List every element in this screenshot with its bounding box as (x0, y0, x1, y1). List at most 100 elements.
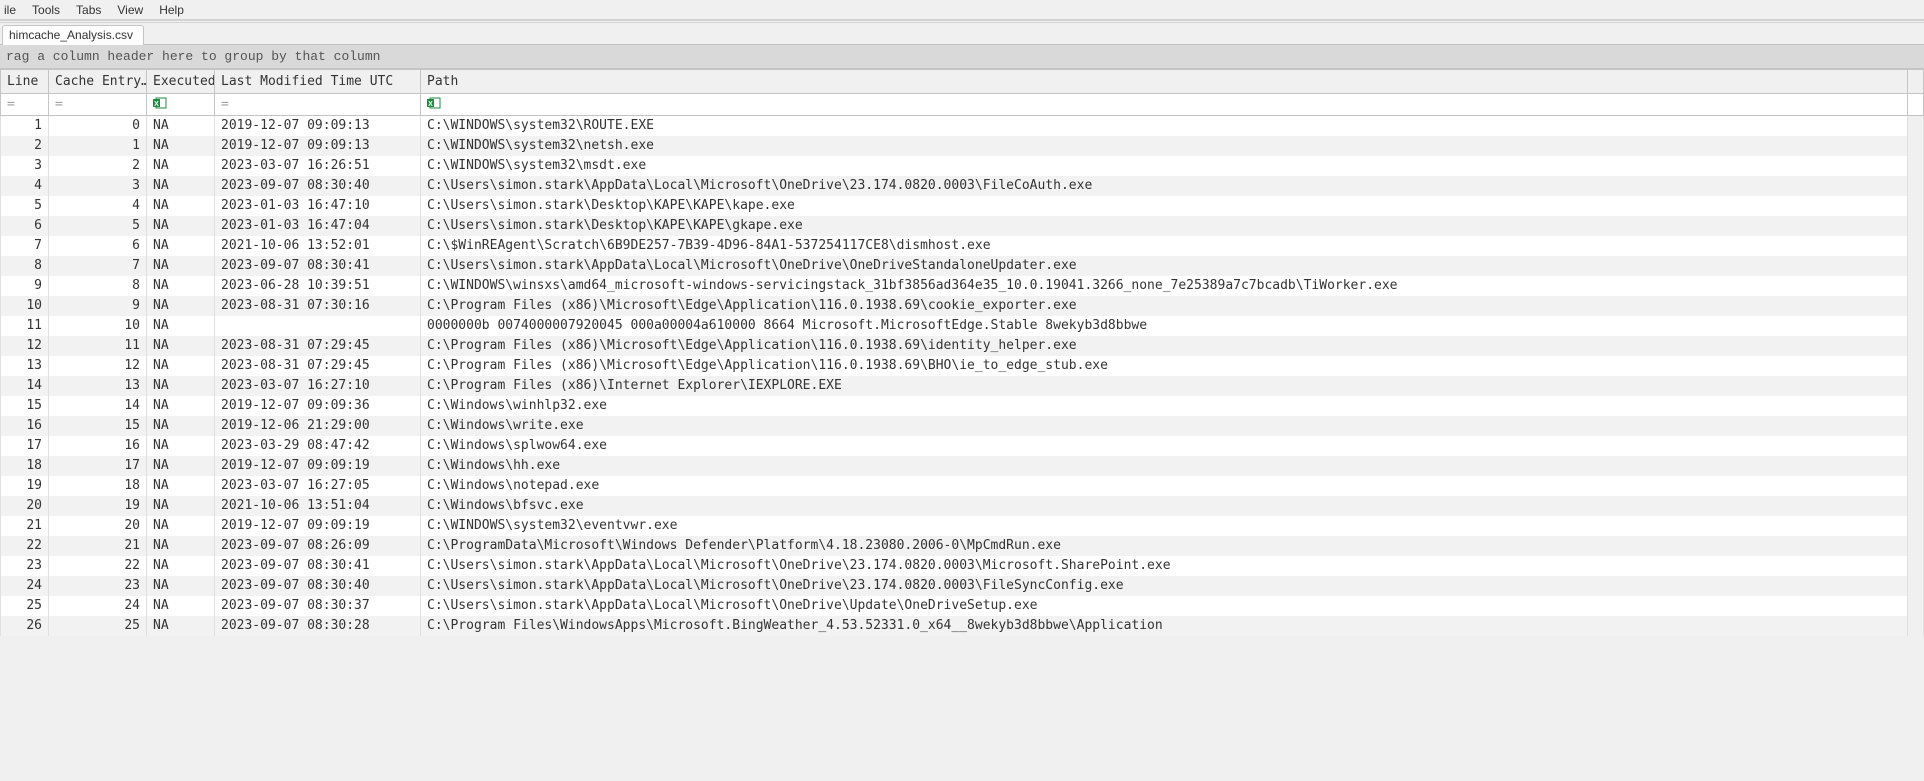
table-row[interactable]: 1918NA2023-03-07 16:27:05C:\Windows\note… (1, 476, 1924, 496)
scrollbar-track[interactable] (1908, 496, 1924, 516)
cell-last-modified: 2023-03-07 16:27:10 (215, 376, 421, 396)
table-row[interactable]: 65NA2023-01-03 16:47:04C:\Users\simon.st… (1, 216, 1924, 236)
scrollbar-track[interactable] (1908, 316, 1924, 336)
scrollbar-track[interactable] (1908, 336, 1924, 356)
table-row[interactable]: 2019NA2021-10-06 13:51:04C:\Windows\bfsv… (1, 496, 1924, 516)
filter-path[interactable]: X (421, 94, 1908, 116)
scrollbar-track[interactable] (1908, 556, 1924, 576)
cell-cache-entry: 5 (49, 216, 147, 236)
scrollbar-track[interactable] (1908, 256, 1924, 276)
cell-executed: NA (147, 276, 215, 296)
cell-path: C:\Users\simon.stark\AppData\Local\Micro… (421, 176, 1908, 196)
scrollbar-track[interactable] (1908, 516, 1924, 536)
cell-last-modified (215, 316, 421, 336)
table-row[interactable]: 2423NA2023-09-07 08:30:40C:\Users\simon.… (1, 576, 1924, 596)
excel-export-icon[interactable]: X (153, 97, 167, 109)
scrollbar-track[interactable] (1908, 236, 1924, 256)
table-row[interactable]: 1514NA2019-12-07 09:09:36C:\Windows\winh… (1, 396, 1924, 416)
menu-view[interactable]: View (109, 1, 151, 19)
scrollbar-track[interactable] (1908, 596, 1924, 616)
cell-cache-entry: 25 (49, 616, 147, 636)
table-row[interactable]: 2625NA2023-09-07 08:30:28C:\Program File… (1, 616, 1924, 636)
cell-cache-entry: 11 (49, 336, 147, 356)
table-row[interactable]: 2120NA2019-12-07 09:09:19C:\WINDOWS\syst… (1, 516, 1924, 536)
filter-time[interactable]: = (215, 94, 421, 116)
scrollbar-track[interactable] (1908, 536, 1924, 556)
scrollbar-track[interactable] (1908, 176, 1924, 196)
scrollbar-track[interactable] (1908, 156, 1924, 176)
cell-last-modified: 2019-12-07 09:09:13 (215, 116, 421, 136)
table-row[interactable]: 2221NA2023-09-07 08:26:09C:\ProgramData\… (1, 536, 1924, 556)
filter-executed[interactable]: X (147, 94, 215, 116)
cell-path: C:\Users\simon.stark\AppData\Local\Micro… (421, 576, 1908, 596)
table-row[interactable]: 43NA2023-09-07 08:30:40C:\Users\simon.st… (1, 176, 1924, 196)
scrollbar-track[interactable] (1908, 576, 1924, 596)
cell-line: 9 (1, 276, 49, 296)
table-row[interactable]: 87NA2023-09-07 08:30:41C:\Users\simon.st… (1, 256, 1924, 276)
table-row[interactable]: 1413NA2023-03-07 16:27:10C:\Program File… (1, 376, 1924, 396)
cell-cache-entry: 14 (49, 396, 147, 416)
cell-executed: NA (147, 576, 215, 596)
table-row[interactable]: 1211NA2023-08-31 07:29:45C:\Program File… (1, 336, 1924, 356)
menu-help[interactable]: Help (151, 1, 192, 19)
cell-cache-entry: 9 (49, 296, 147, 316)
scrollbar-track[interactable] (1908, 116, 1924, 136)
cell-last-modified: 2019-12-07 09:09:19 (215, 456, 421, 476)
table-row[interactable]: 1716NA2023-03-29 08:47:42C:\Windows\splw… (1, 436, 1924, 456)
cell-path: C:\Windows\splwow64.exe (421, 436, 1908, 456)
scrollbar-track[interactable] (1908, 356, 1924, 376)
col-header-cache-entry[interactable]: Cache Entry… (49, 70, 147, 94)
cell-executed: NA (147, 476, 215, 496)
table-row[interactable]: 98NA2023-06-28 10:39:51C:\WINDOWS\winsxs… (1, 276, 1924, 296)
cell-last-modified: 2023-01-03 16:47:10 (215, 196, 421, 216)
scrollbar-track[interactable] (1908, 296, 1924, 316)
table-row[interactable]: 1615NA2019-12-06 21:29:00C:\Windows\writ… (1, 416, 1924, 436)
cell-last-modified: 2023-09-07 08:30:28 (215, 616, 421, 636)
cell-last-modified: 2021-10-06 13:52:01 (215, 236, 421, 256)
scrollbar-track[interactable] (1908, 616, 1924, 636)
menu-file[interactable]: ile (4, 1, 24, 19)
table-row[interactable]: 21NA2019-12-07 09:09:13C:\WINDOWS\system… (1, 136, 1924, 156)
scrollbar-track[interactable] (1908, 436, 1924, 456)
table-row[interactable]: 109NA2023-08-31 07:30:16C:\Program Files… (1, 296, 1924, 316)
scrollbar-track[interactable] (1908, 216, 1924, 236)
menu-tabs[interactable]: Tabs (68, 1, 109, 19)
table-row[interactable]: 1110NA0000000b 0074000007920045 000a0000… (1, 316, 1924, 336)
table-row[interactable]: 2322NA2023-09-07 08:30:41C:\Users\simon.… (1, 556, 1924, 576)
cell-line: 5 (1, 196, 49, 216)
cell-executed: NA (147, 376, 215, 396)
file-tab[interactable]: himcache_Analysis.csv (2, 25, 144, 45)
col-header-last-modified[interactable]: Last Modified Time UTC (215, 70, 421, 94)
col-header-path[interactable]: Path (421, 70, 1908, 94)
cell-last-modified: 2023-06-28 10:39:51 (215, 276, 421, 296)
table-row[interactable]: 1817NA2019-12-07 09:09:19C:\Windows\hh.e… (1, 456, 1924, 476)
table-row[interactable]: 54NA2023-01-03 16:47:10C:\Users\simon.st… (1, 196, 1924, 216)
menu-tools[interactable]: Tools (24, 1, 68, 19)
cell-line: 7 (1, 236, 49, 256)
cell-executed: NA (147, 516, 215, 536)
excel-export-icon[interactable]: X (427, 97, 441, 109)
table-row[interactable]: 76NA2021-10-06 13:52:01C:\$WinREAgent\Sc… (1, 236, 1924, 256)
filter-cache[interactable]: = (49, 94, 147, 116)
cell-last-modified: 2023-03-07 16:27:05 (215, 476, 421, 496)
table-row[interactable]: 2524NA2023-09-07 08:30:37C:\Users\simon.… (1, 596, 1924, 616)
col-header-line[interactable]: Line (1, 70, 49, 94)
col-header-executed[interactable]: Executed (147, 70, 215, 94)
scrollbar-track[interactable] (1908, 136, 1924, 156)
cell-cache-entry: 0 (49, 116, 147, 136)
scrollbar-track[interactable] (1908, 276, 1924, 296)
scrollbar-track[interactable] (1908, 396, 1924, 416)
table-row[interactable]: 10NA2019-12-07 09:09:13C:\WINDOWS\system… (1, 116, 1924, 136)
svg-text:X: X (428, 101, 433, 108)
group-by-hint[interactable]: rag a column header here to group by tha… (0, 45, 1924, 69)
scrollbar-track[interactable] (1908, 376, 1924, 396)
cell-last-modified: 2019-12-06 21:29:00 (215, 416, 421, 436)
table-row[interactable]: 32NA2023-03-07 16:26:51C:\WINDOWS\system… (1, 156, 1924, 176)
filter-line[interactable]: = (1, 94, 49, 116)
scrollbar-track[interactable] (1908, 476, 1924, 496)
cell-cache-entry: 13 (49, 376, 147, 396)
scrollbar-track[interactable] (1908, 196, 1924, 216)
scrollbar-track[interactable] (1908, 416, 1924, 436)
scrollbar-track[interactable] (1908, 456, 1924, 476)
table-row[interactable]: 1312NA2023-08-31 07:29:45C:\Program File… (1, 356, 1924, 376)
